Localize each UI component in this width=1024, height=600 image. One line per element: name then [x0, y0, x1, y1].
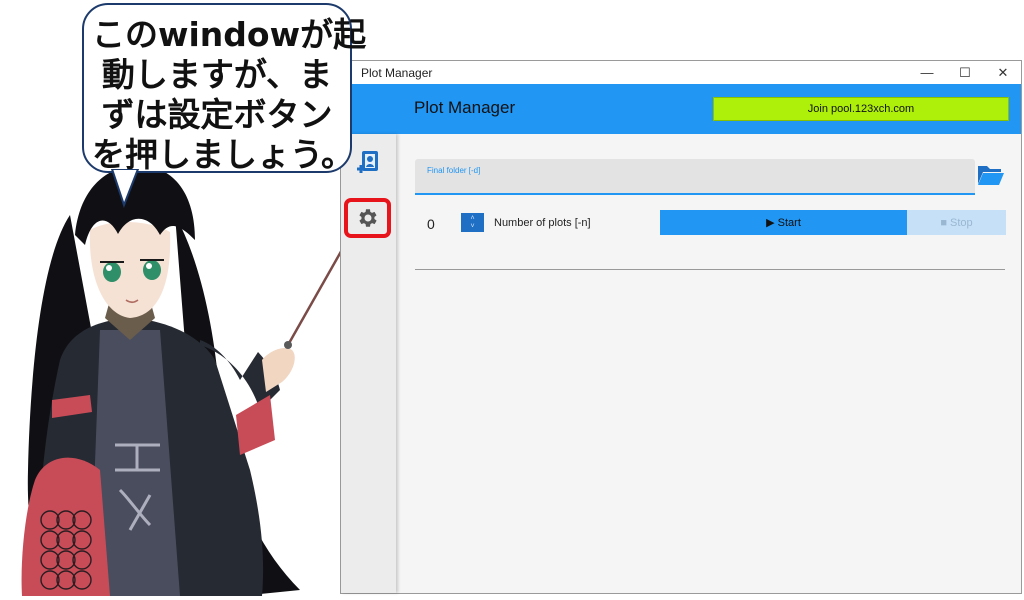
stepper-down-icon[interactable]: ˅ [470, 223, 474, 231]
plot-count-value: 0 [427, 216, 435, 232]
speech-bubble-line: ずは設定ボタン [101, 95, 333, 134]
sidebar [341, 134, 396, 593]
sidebar-item-plots[interactable] [356, 150, 380, 176]
main-panel: Final folder [-d] 0 ˄ ˅ Number of plots … [397, 134, 1021, 593]
stepper-up-icon[interactable]: ˄ [470, 215, 474, 223]
folder-open-icon [978, 166, 1004, 185]
join-pool-button[interactable]: Join pool.123xch.com [713, 97, 1009, 121]
maximize-button[interactable]: ☐ [945, 61, 985, 84]
plot-manager-window: Plot Manager — ☐ ✕ Plot Manager Join poo… [340, 60, 1022, 594]
plot-count-stepper[interactable]: ˄ ˅ [461, 213, 484, 232]
number-of-plots-label: Number of plots [-n] [494, 217, 591, 229]
minimize-button[interactable]: — [907, 61, 947, 84]
character-illustration: このwindowが起 動しますが、ま ずは設定ボタン を押しましょう。 [0, 0, 367, 596]
speech-bubble-line: 動しますが、ま [101, 55, 333, 94]
browse-folder-button[interactable] [977, 163, 1005, 187]
speech-bubble-tail [110, 169, 140, 208]
final-folder-field[interactable]: Final folder [-d] [415, 159, 975, 195]
speech-bubble: このwindowが起 動しますが、ま ずは設定ボタン を押しましょう。 [82, 3, 367, 208]
speech-bubble-line: このwindowが起 [92, 15, 367, 54]
window-title: Plot Manager [361, 66, 433, 80]
close-button[interactable]: ✕ [983, 61, 1023, 84]
plot-add-icon [357, 151, 378, 173]
app-title: Plot Manager [414, 98, 516, 117]
app-header: Plot Manager Join pool.123xch.com [341, 84, 1021, 134]
final-folder-label: Final folder [-d] [427, 166, 481, 175]
start-button[interactable]: ▶ Start [660, 210, 907, 235]
settings-highlight-box [344, 198, 391, 238]
divider [415, 269, 1005, 270]
title-bar[interactable]: Plot Manager — ☐ ✕ [341, 61, 1021, 84]
stop-button[interactable]: ■ Stop [907, 210, 1006, 235]
